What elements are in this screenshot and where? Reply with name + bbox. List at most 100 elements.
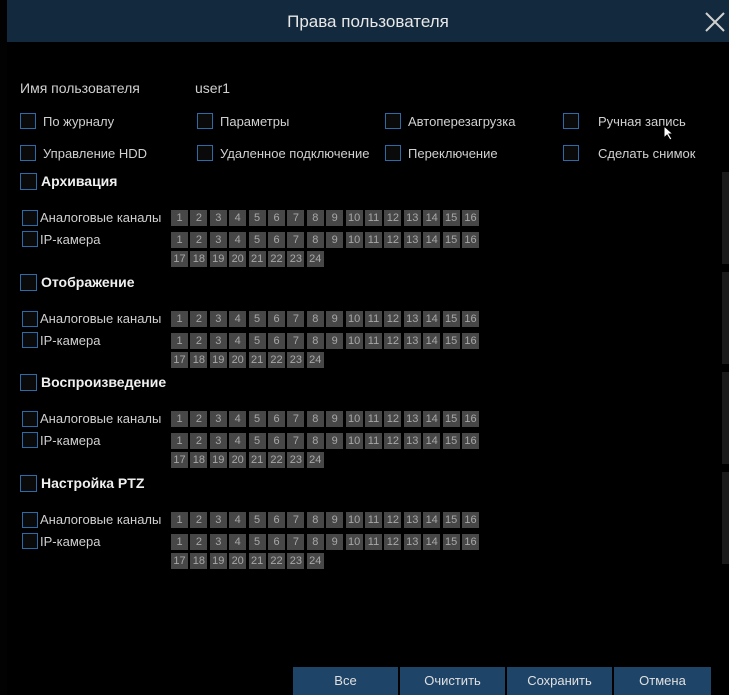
analog-channels-checkbox[interactable] [22,210,38,226]
ip-channel-button[interactable]: 13 [403,534,421,550]
analog-channel-button[interactable]: 9 [326,411,344,427]
ip-channel-button[interactable]: 7 [287,433,305,449]
ip-channel-button[interactable]: 19 [209,452,227,468]
ip-channel-button[interactable]: 1 [171,534,188,550]
ip-channel-button[interactable]: 24 [306,452,324,468]
analog-channel-button[interactable]: 4 [229,411,247,427]
ip-channel-button[interactable]: 18 [190,452,208,468]
analog-channel-button[interactable]: 2 [190,512,208,528]
ip-channel-button[interactable]: 22 [268,251,285,267]
checkbox-switch[interactable] [385,145,401,161]
ip-channel-button[interactable]: 8 [306,232,324,248]
ip-channel-button[interactable]: 4 [229,333,247,349]
ip-channel-button[interactable]: 24 [306,553,324,569]
ip-channel-button[interactable]: 20 [229,251,247,267]
ip-channel-button[interactable]: 5 [248,534,266,550]
clear-button[interactable]: Очистить [400,667,505,695]
ip-channel-button[interactable]: 20 [229,452,247,468]
analog-channel-button[interactable]: 7 [287,512,305,528]
ip-camera-checkbox[interactable] [22,231,38,247]
ip-channel-button[interactable]: 8 [306,433,324,449]
scrollbar-segment[interactable] [722,272,729,364]
checkbox-hdd[interactable] [20,145,36,161]
ip-channel-button[interactable]: 6 [268,534,285,550]
ip-channel-button[interactable]: 8 [306,534,324,550]
analog-channel-button[interactable]: 6 [268,411,285,427]
close-icon[interactable] [699,6,729,36]
analog-channel-button[interactable]: 15 [442,210,460,226]
ip-channel-button[interactable]: 5 [248,433,266,449]
ip-channel-button[interactable]: 24 [306,251,324,267]
analog-channel-button[interactable]: 5 [248,210,266,226]
analog-channel-button[interactable]: 2 [190,311,208,327]
ip-channel-button[interactable]: 6 [268,433,285,449]
select-all-button[interactable]: Все [293,667,398,695]
ip-channel-button[interactable]: 20 [229,352,247,368]
analog-channel-button[interactable]: 8 [306,512,324,528]
ip-channel-button[interactable]: 18 [190,553,208,569]
analog-channel-button[interactable]: 16 [462,311,479,327]
ip-channel-button[interactable]: 14 [423,232,441,248]
ip-channel-button[interactable]: 15 [442,333,460,349]
ip-channel-button[interactable]: 5 [248,232,266,248]
section-checkbox[interactable] [20,274,37,291]
analog-channel-button[interactable]: 1 [171,512,188,528]
scrollbar-segment[interactable] [722,372,729,464]
analog-channel-button[interactable]: 6 [268,210,285,226]
analog-channel-button[interactable]: 5 [248,311,266,327]
analog-channel-button[interactable]: 16 [462,210,479,226]
ip-channel-button[interactable]: 22 [268,452,285,468]
ip-channel-button[interactable]: 11 [365,232,382,248]
analog-channel-button[interactable]: 14 [423,411,441,427]
analog-channel-button[interactable]: 2 [190,210,208,226]
ip-channel-button[interactable]: 24 [306,352,324,368]
analog-channel-button[interactable]: 13 [403,210,421,226]
ip-channel-button[interactable]: 6 [268,232,285,248]
ip-channel-button[interactable]: 18 [190,251,208,267]
analog-channel-button[interactable]: 3 [209,512,227,528]
ip-channel-button[interactable]: 7 [287,232,305,248]
analog-channel-button[interactable]: 15 [442,311,460,327]
ip-channel-button[interactable]: 14 [423,333,441,349]
checkbox-autoreboot[interactable] [385,113,401,129]
analog-channel-button[interactable]: 13 [403,512,421,528]
checkbox-manual-record[interactable] [563,113,579,129]
ip-channel-button[interactable]: 15 [442,232,460,248]
ip-channel-button[interactable]: 23 [287,251,305,267]
ip-channel-button[interactable]: 1 [171,232,188,248]
ip-channel-button[interactable]: 16 [462,232,479,248]
ip-channel-button[interactable]: 11 [365,433,382,449]
analog-channel-button[interactable]: 11 [365,210,382,226]
ip-channel-button[interactable]: 16 [462,433,479,449]
ip-channel-button[interactable]: 12 [384,534,402,550]
ip-channel-button[interactable]: 10 [345,232,363,248]
ip-channel-button[interactable]: 9 [326,333,344,349]
analog-channel-button[interactable]: 9 [326,210,344,226]
ip-channel-button[interactable]: 9 [326,534,344,550]
analog-channels-checkbox[interactable] [22,411,38,427]
analog-channel-button[interactable]: 10 [345,512,363,528]
ip-channel-button[interactable]: 4 [229,433,247,449]
ip-camera-checkbox[interactable] [22,332,38,348]
ip-channel-button[interactable]: 11 [365,534,382,550]
ip-channel-button[interactable]: 12 [384,333,402,349]
ip-channel-button[interactable]: 16 [462,534,479,550]
ip-channel-button[interactable]: 2 [190,333,208,349]
ip-channel-button[interactable]: 15 [442,433,460,449]
analog-channel-button[interactable]: 7 [287,411,305,427]
analog-channel-button[interactable]: 14 [423,210,441,226]
analog-channel-button[interactable]: 8 [306,210,324,226]
section-checkbox[interactable] [20,374,37,391]
analog-channel-button[interactable]: 11 [365,512,382,528]
ip-channel-button[interactable]: 23 [287,452,305,468]
analog-channels-checkbox[interactable] [22,311,38,327]
ip-channel-button[interactable]: 3 [209,534,227,550]
ip-channel-button[interactable]: 12 [384,433,402,449]
save-button[interactable]: Сохранить [507,667,612,695]
ip-channel-button[interactable]: 7 [287,534,305,550]
ip-channel-button[interactable]: 14 [423,433,441,449]
ip-channel-button[interactable]: 23 [287,352,305,368]
ip-channel-button[interactable]: 17 [171,452,188,468]
analog-channel-button[interactable]: 7 [287,210,305,226]
ip-channel-button[interactable]: 17 [171,251,188,267]
